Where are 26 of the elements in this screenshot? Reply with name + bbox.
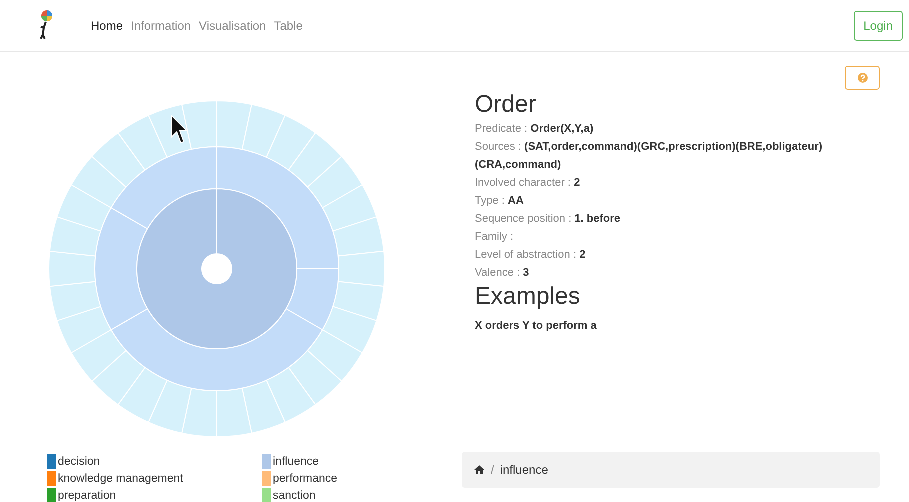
field-line: Sources : (SAT,order,command)(GRC,prescription)(BRE,obligateur)(CRA,command) xyxy=(475,140,824,173)
field-line: Family : xyxy=(475,230,514,245)
legend-label: preparation xyxy=(58,490,116,502)
help-icon xyxy=(858,73,868,83)
field-line: Valence : 3 xyxy=(475,266,530,281)
field-line: Level of abstraction : 2 xyxy=(475,248,587,263)
field-line: Predicate : Order(X,Y,a) xyxy=(475,122,595,137)
legend-label: sanction xyxy=(273,490,316,502)
nav-link[interactable]: Information xyxy=(131,18,192,32)
field-line: Sequence position : 1. before xyxy=(475,212,622,227)
legend-label: influence xyxy=(273,456,320,468)
field-line: Type : AA xyxy=(475,194,525,209)
legend-label: knowledge management xyxy=(58,472,184,484)
example-text: X orders Y to perform a xyxy=(475,320,598,332)
nav-link[interactable]: Visualisation xyxy=(199,18,266,32)
legend-label: decision xyxy=(58,456,100,468)
breadcrumb-separator: / xyxy=(491,463,494,477)
nav-link[interactable]: Table xyxy=(274,18,303,32)
concept-title: Order xyxy=(475,90,538,120)
examples-title: Examples xyxy=(475,282,582,312)
login-button[interactable]: Login xyxy=(854,10,903,40)
legend-label: performance xyxy=(273,472,338,484)
nav-link[interactable]: Home xyxy=(91,18,124,32)
breadcrumb-link[interactable]: influence xyxy=(500,463,548,477)
field-line: Involved character : 2 xyxy=(475,176,582,191)
home-icon[interactable] xyxy=(474,465,485,475)
